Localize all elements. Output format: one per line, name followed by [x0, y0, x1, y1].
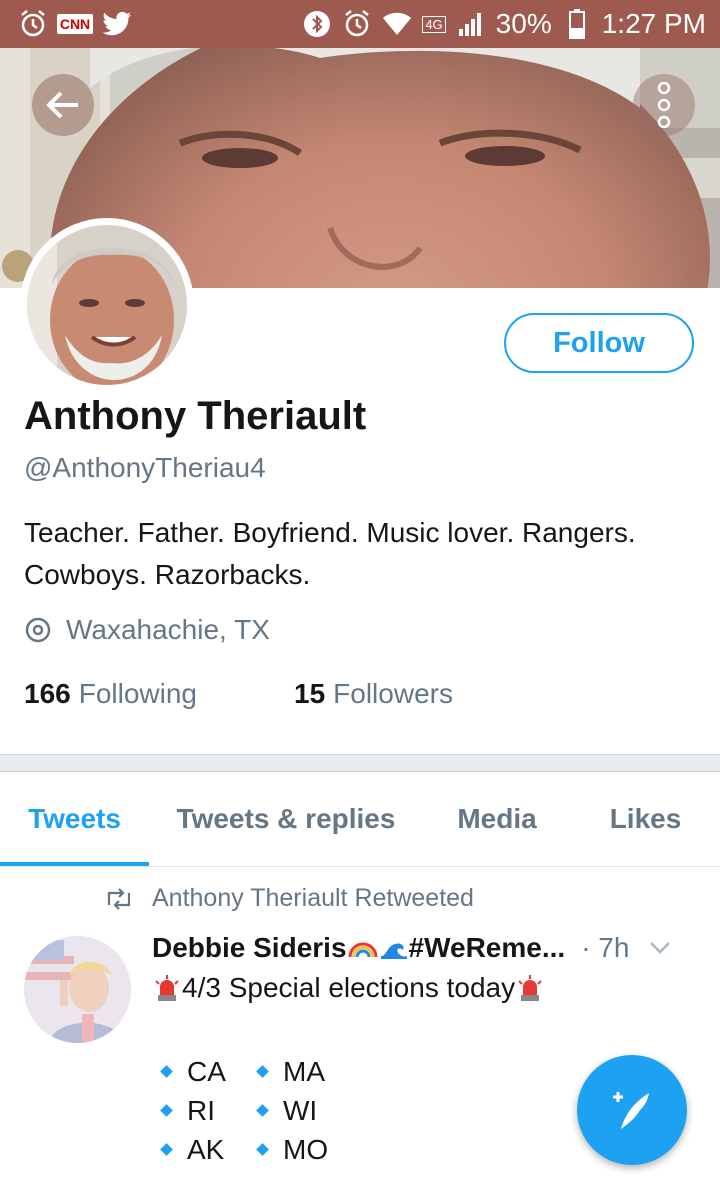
diamond-bullet-icon — [256, 1065, 269, 1078]
arrow-left-icon — [46, 91, 78, 119]
bluetooth-icon — [302, 9, 332, 39]
retweet-text: Anthony Theriault Retweeted — [152, 884, 474, 912]
tab-tweets[interactable]: Tweets — [0, 771, 149, 866]
battery-percent: 30% — [495, 8, 552, 39]
location-pin-icon — [25, 617, 51, 643]
more-vertical-icon — [657, 82, 671, 128]
diamond-bullet-icon — [160, 1104, 173, 1117]
profile-bio: Teacher. Father. Boyfriend. Music lover.… — [24, 517, 636, 590]
tweet-body-line: 4/3 Special elections today — [182, 972, 516, 1003]
tweet-author-avatar[interactable] — [24, 936, 131, 1043]
location-text: Waxahachie, TX — [66, 614, 270, 645]
retweet-context: Anthony Theriault Retweeted — [104, 884, 474, 913]
tweet-header: Debbie Sideris #WeReme... · 7h — [152, 932, 700, 964]
following-label: Following — [78, 678, 197, 709]
more-options-button[interactable] — [633, 74, 695, 136]
profile-display-name: Anthony Theriault — [24, 394, 367, 438]
tab-likes[interactable]: Likes — [588, 771, 703, 866]
diamond-bullet-icon — [160, 1065, 173, 1078]
following-stat[interactable]: 166 Following — [24, 678, 294, 710]
followers-count: 15 — [294, 678, 326, 709]
diamond-bullet-icon — [256, 1104, 269, 1117]
followers-label: Followers — [333, 678, 453, 709]
tweet-text: 4/3 Special elections today — [152, 972, 545, 1004]
compose-tweet-icon — [613, 1092, 649, 1129]
clock-time: 1:27 PM — [601, 8, 706, 39]
following-count: 166 — [24, 678, 71, 709]
state-label: RI — [187, 1095, 215, 1126]
profile-stats: 166 Following 15 Followers — [24, 678, 453, 710]
signal-icon — [456, 9, 486, 39]
retweet-icon — [107, 887, 131, 910]
rainbow-emoji-icon — [347, 937, 379, 959]
tab-media[interactable]: Media — [432, 771, 562, 866]
section-divider — [0, 754, 720, 772]
follow-button[interactable]: Follow — [504, 313, 694, 373]
state-label: CA — [187, 1056, 226, 1087]
profile-location: Waxahachie, TX — [24, 614, 270, 646]
tab-tweets-replies[interactable]: Tweets & replies — [160, 771, 412, 866]
list-item: RI WI — [160, 1091, 354, 1130]
profile-tabs: Tweets Tweets & replies Media Likes — [0, 771, 720, 867]
status-bar: CNN 4G 30% 1:27 PM — [0, 0, 720, 48]
tweet-time: · 7h — [581, 932, 630, 963]
list-item: CA MA — [160, 1052, 354, 1091]
state-label: MO — [283, 1134, 329, 1165]
siren-emoji-icon-2 — [518, 975, 542, 1001]
alarm-icon — [342, 9, 372, 39]
tweet-states-list: CA MA RI WI AK MO — [160, 1052, 354, 1169]
back-button[interactable] — [32, 74, 94, 136]
network-type: 4G — [422, 15, 446, 33]
tweet-author-name-suffix: #WeReme... — [408, 932, 566, 963]
profile-avatar[interactable] — [20, 218, 194, 392]
cnn-icon: CNN — [56, 9, 94, 39]
profile-handle: @AnthonyTheriau4 — [24, 452, 266, 483]
compose-tweet-button[interactable] — [577, 1055, 687, 1165]
diamond-bullet-icon — [160, 1143, 173, 1156]
siren-emoji-icon — [155, 975, 179, 1001]
battery-icon — [562, 9, 592, 39]
state-label: MA — [283, 1056, 325, 1087]
wave-emoji-icon — [379, 936, 409, 960]
followers-stat[interactable]: 15 Followers — [294, 678, 453, 710]
active-tab-indicator — [0, 862, 149, 866]
alarm-clock-icon — [18, 9, 48, 39]
tweet-author-name[interactable]: Debbie Sideris — [152, 932, 347, 964]
twitter-bird-icon — [102, 9, 132, 39]
list-item: AK MO — [160, 1130, 354, 1169]
diamond-bullet-icon — [256, 1143, 269, 1156]
chevron-down-icon[interactable] — [649, 941, 671, 955]
cnn-logo-text: CNN — [56, 14, 94, 34]
state-label: AK — [187, 1134, 225, 1165]
state-label: WI — [283, 1095, 318, 1126]
wifi-icon — [382, 9, 412, 39]
